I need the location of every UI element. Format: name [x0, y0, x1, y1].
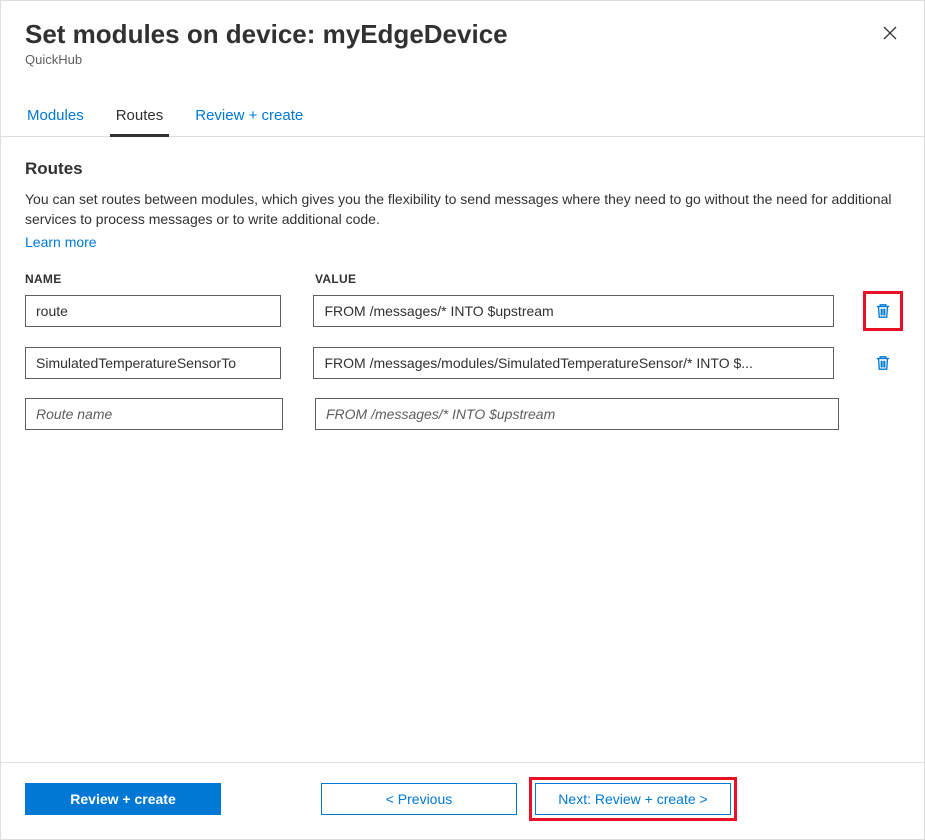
route-value-input-new[interactable] [315, 398, 839, 430]
route-name-input-new[interactable] [25, 398, 283, 430]
tab-routes[interactable]: Routes [114, 97, 166, 136]
next-button[interactable]: Next: Review + create > [535, 783, 731, 815]
tab-strip: Modules Routes Review + create [1, 97, 924, 137]
page-subtitle: QuickHub [25, 52, 900, 67]
routes-panel: Routes You can set routes between module… [1, 137, 924, 762]
review-create-button[interactable]: Review + create [25, 783, 221, 815]
previous-button[interactable]: < Previous [321, 783, 517, 815]
next-button-highlight: Next: Review + create > [535, 783, 731, 815]
page-title: Set modules on device: myEdgeDevice [25, 19, 900, 50]
learn-more-link[interactable]: Learn more [25, 234, 97, 250]
wizard-footer: Review + create < Previous Next: Review … [1, 762, 924, 839]
tab-review-create[interactable]: Review + create [193, 97, 305, 136]
col-header-value: VALUE [315, 272, 900, 286]
route-value-input[interactable] [313, 295, 834, 327]
section-title: Routes [25, 159, 900, 179]
tab-modules[interactable]: Modules [25, 97, 86, 136]
close-icon [882, 25, 898, 41]
route-name-input[interactable] [25, 347, 281, 379]
col-header-name: NAME [25, 272, 283, 286]
trash-icon [874, 354, 892, 372]
section-description: You can set routes between modules, whic… [25, 189, 900, 230]
route-value-input[interactable] [313, 347, 834, 379]
blade-header: Set modules on device: myEdgeDevice Quic… [1, 1, 924, 75]
delete-route-button[interactable] [866, 346, 900, 380]
close-button[interactable] [880, 23, 900, 43]
routes-grid: NAME VALUE [25, 272, 900, 430]
route-name-input[interactable] [25, 295, 281, 327]
route-row [25, 346, 900, 380]
trash-icon [874, 302, 892, 320]
route-row-new [25, 398, 900, 430]
column-headers: NAME VALUE [25, 272, 900, 286]
delete-route-button[interactable] [866, 294, 900, 328]
route-row [25, 294, 900, 328]
